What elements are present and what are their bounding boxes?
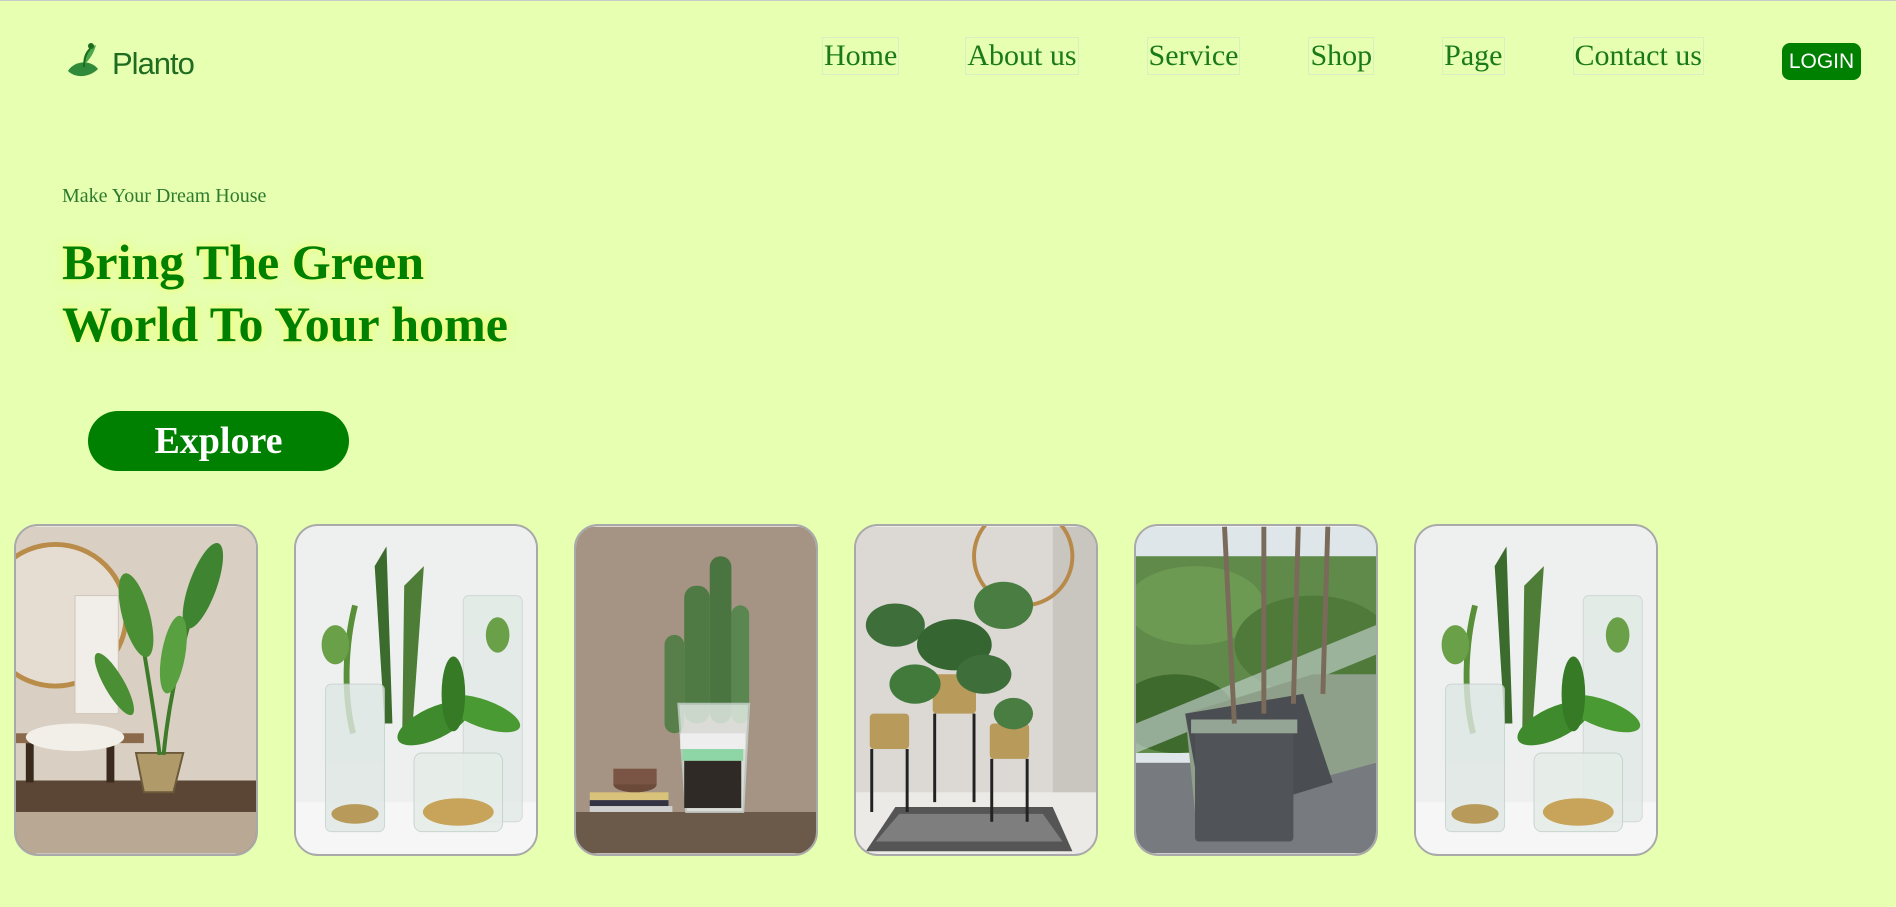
nav-home[interactable]: Home bbox=[822, 37, 900, 75]
main-nav: Home About us Service Shop Page Contact … bbox=[822, 37, 1704, 75]
snake-plant-glass-vases-photo bbox=[296, 526, 536, 854]
gallery-photo-2[interactable] bbox=[294, 524, 538, 856]
brand-name: Planto bbox=[112, 45, 195, 81]
leaf-logo-icon bbox=[64, 39, 108, 88]
gallery-photo-6[interactable] bbox=[1414, 524, 1658, 856]
nav-shop[interactable]: Shop bbox=[1308, 37, 1375, 75]
nav-about-us[interactable]: About us bbox=[965, 37, 1079, 75]
monstera-brass-planters-photo bbox=[856, 526, 1096, 854]
hero-headline-line-1: Bring The Green bbox=[62, 234, 425, 290]
hero-headline-line-2: World To Your home bbox=[62, 296, 508, 352]
gallery-photo-1[interactable] bbox=[14, 524, 258, 856]
login-button[interactable]: LOGIN bbox=[1782, 43, 1861, 80]
nav-page[interactable]: Page bbox=[1442, 37, 1505, 75]
hero-subtitle: Make Your Dream House bbox=[62, 185, 267, 207]
hero-headline: Bring The Green World To Your home bbox=[62, 231, 508, 355]
nav-contact-us[interactable]: Contact us bbox=[1572, 37, 1704, 75]
bird-of-paradise-plant-photo bbox=[16, 526, 256, 854]
snake-plant-glass-vases-photo bbox=[1416, 526, 1656, 854]
gallery-photo-5[interactable] bbox=[1134, 524, 1378, 856]
balcony-trees-planters-photo bbox=[1136, 526, 1376, 854]
explore-button[interactable]: Explore bbox=[88, 411, 349, 471]
brand-logo[interactable]: Planto bbox=[64, 39, 195, 88]
cactus-glass-pot-photo bbox=[576, 526, 816, 854]
gallery-photo-3[interactable] bbox=[574, 524, 818, 856]
nav-service[interactable]: Service bbox=[1146, 37, 1241, 75]
gallery-photo-4[interactable] bbox=[854, 524, 1098, 856]
